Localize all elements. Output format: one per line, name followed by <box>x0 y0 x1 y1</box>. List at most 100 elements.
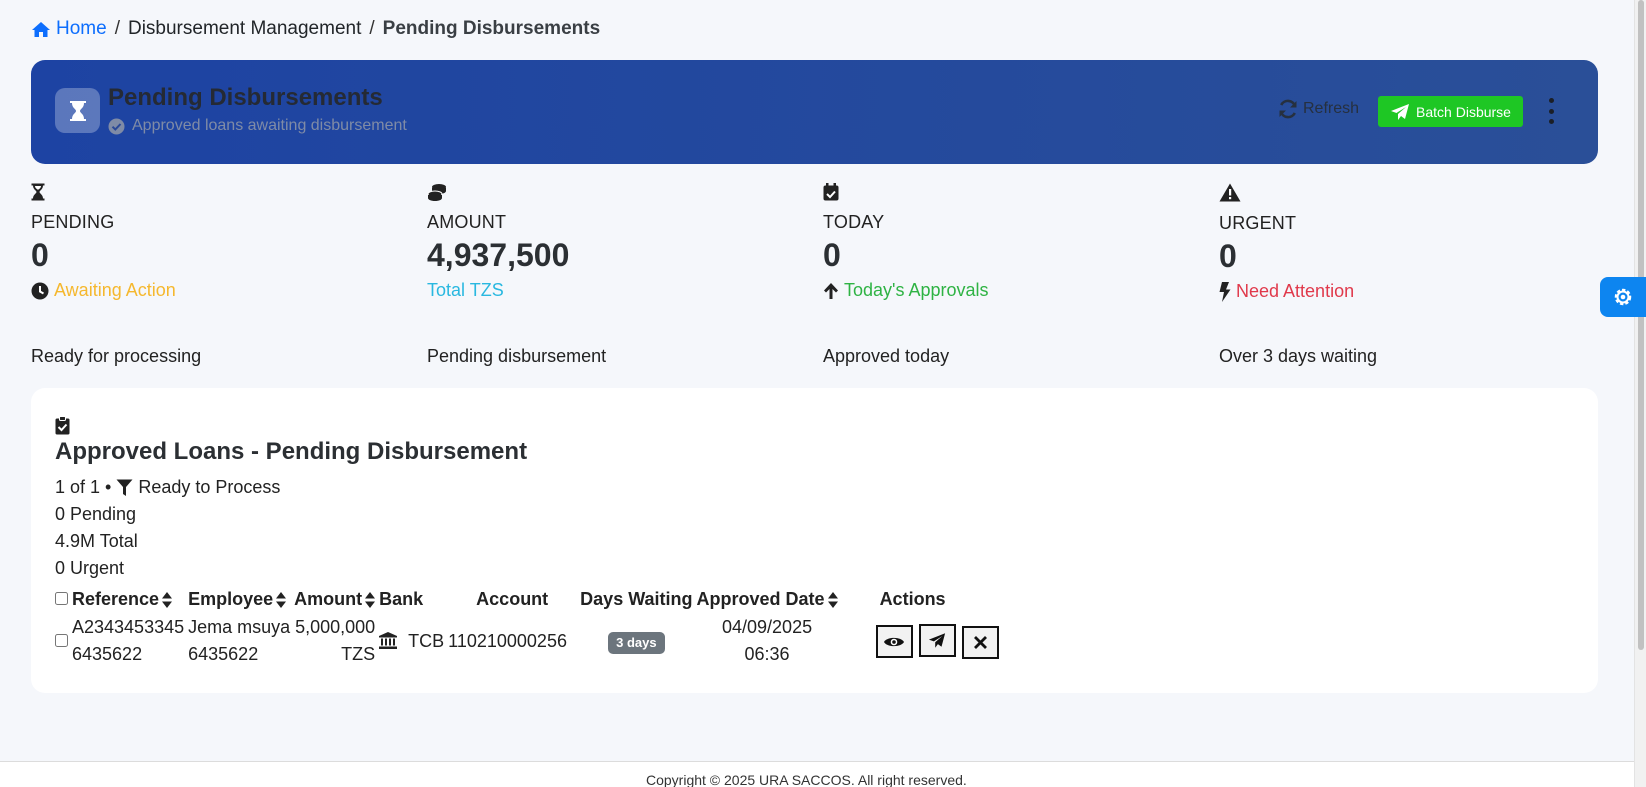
breadcrumb-home-link[interactable]: Home <box>31 18 107 40</box>
amount-currency: TZS <box>341 644 376 664</box>
paper-plane-icon <box>928 632 946 648</box>
scrollbar-thumb[interactable] <box>1638 0 1644 650</box>
home-icon <box>32 21 50 37</box>
stat-note: Awaiting Action <box>31 280 391 301</box>
clipboard-check-icon <box>55 416 70 435</box>
page-title: Pending Disbursements <box>108 84 383 111</box>
table-row: A2343453345 6435622 Jema msuya 6435622 5,0… <box>53 612 1002 670</box>
stat-label: AMOUNT <box>427 212 507 232</box>
row-checkbox[interactable] <box>55 633 68 647</box>
reference-sub: 6435622 <box>72 644 143 664</box>
hourglass-icon <box>69 100 86 121</box>
warning-icon <box>1219 183 1241 202</box>
approved-date: 04/09/2025 <box>722 617 813 637</box>
amount-value: 5,000,000 <box>295 617 376 637</box>
stat-label: TODAY <box>823 212 885 232</box>
gear-icon <box>1614 288 1632 306</box>
batch-disburse-button[interactable]: Batch Disburse <box>1378 96 1523 127</box>
bank-icon <box>379 631 398 649</box>
select-all-header <box>53 586 70 612</box>
refresh-button[interactable]: Refresh <box>1277 98 1359 120</box>
column-employee[interactable]: Employee <box>186 586 292 612</box>
stat-today: TODAY 0 Today's Approvals Approved today <box>823 183 1183 366</box>
stat-value: 0 <box>1219 238 1237 274</box>
stat-note: Total TZS <box>427 280 787 301</box>
stat-value: 4,937,500 <box>427 237 570 273</box>
breadcrumb-section[interactable]: Disbursement Management <box>128 18 361 40</box>
employee-id: 6435622 <box>188 644 259 664</box>
column-actions: Actions <box>840 586 1002 612</box>
actions-cell <box>840 612 1002 670</box>
page-footer: Copyright © 2025 URA SACCOS. All right r… <box>0 761 1634 787</box>
table-header-row: Reference Employee Amount Bank Account D… <box>53 586 1002 612</box>
arrow-up-icon <box>824 282 838 299</box>
sort-icon <box>827 591 838 608</box>
stat-note: Today's Approvals <box>823 280 1183 301</box>
coins-icon <box>427 184 446 201</box>
stat-description: Ready for processing <box>31 346 202 366</box>
stat-description: Approved today <box>823 346 950 366</box>
stat-label: PENDING <box>31 212 115 232</box>
filter-label: Ready to Process <box>138 477 281 497</box>
filter-icon <box>116 479 133 496</box>
clock-icon <box>31 282 49 299</box>
column-label: Employee <box>188 588 274 609</box>
subtitle-text: Approved loans awaiting disbursement <box>132 117 407 134</box>
days-waiting-badge: 3 days <box>608 631 665 654</box>
reject-button[interactable] <box>961 625 999 659</box>
column-reference[interactable]: Reference <box>70 586 186 612</box>
bolt-icon <box>1219 281 1231 302</box>
sort-icon <box>365 591 376 608</box>
stat-amount: AMOUNT 4,937,500 Total TZS Pending disbu… <box>427 183 787 366</box>
batch-disburse-label: Batch Disburse <box>1416 103 1511 120</box>
column-approved-date[interactable]: Approved Date <box>695 586 840 612</box>
pending-loans-table: Reference Employee Amount Bank Account D… <box>53 586 1002 670</box>
stat-note-text: Awaiting Action <box>54 280 176 300</box>
bank-name: TCB <box>408 630 445 651</box>
stat-value: 0 <box>31 237 49 273</box>
page-scrollbar[interactable] <box>1634 0 1646 787</box>
sort-icon <box>162 591 173 608</box>
page-header-banner: Pending Disbursements Approved loans awa… <box>31 60 1598 164</box>
stat-label: URGENT <box>1219 213 1297 233</box>
paper-plane-icon <box>1391 103 1410 120</box>
disburse-button[interactable] <box>918 623 956 657</box>
account-number: 110210000256 <box>448 630 567 651</box>
column-label: Approved Date <box>696 588 825 609</box>
column-account: Account <box>446 586 578 612</box>
reference-cell: A2343453345 6435622 <box>70 612 186 670</box>
breadcrumb-home-label: Home <box>56 18 107 39</box>
breadcrumb-current: Pending Disbursements <box>382 18 601 39</box>
column-bank: Bank <box>377 586 446 612</box>
bank-cell: TCB <box>377 612 446 670</box>
amount-cell: 5,000,000 TZS <box>292 612 377 670</box>
row-select-cell <box>53 612 70 670</box>
select-all-checkbox[interactable] <box>55 591 68 605</box>
breadcrumb: Home / Disbursement Management / Pending… <box>31 18 600 40</box>
header-icon-box <box>55 88 100 133</box>
eye-icon <box>884 637 905 646</box>
employee-name: Jema msuya <box>188 617 291 637</box>
stat-urgent: URGENT 0 Need Attention Over 3 days wait… <box>1219 183 1579 366</box>
pending-count: 0 Pending <box>55 504 137 524</box>
stat-note-text: Total TZS <box>427 280 504 300</box>
sort-icon <box>276 591 287 608</box>
view-button[interactable] <box>875 625 913 658</box>
settings-tab-button[interactable] <box>1600 277 1646 317</box>
stat-description: Pending disbursement <box>427 346 607 366</box>
stat-note-text: Today's Approvals <box>844 280 989 300</box>
copyright-text: Copyright © 2025 URA SACCOS. All right r… <box>646 772 967 787</box>
refresh-label: Refresh <box>1303 100 1360 117</box>
breadcrumb-separator: / <box>114 18 120 39</box>
column-label: Bank <box>379 588 424 609</box>
hourglass-icon <box>31 183 45 201</box>
column-amount[interactable]: Amount <box>292 586 377 612</box>
more-options-button[interactable] <box>1546 98 1556 124</box>
days-waiting-cell: 3 days <box>578 612 694 670</box>
card-title: Approved Loans - Pending Disbursement <box>55 438 528 465</box>
account-cell: 110210000256 <box>446 612 578 670</box>
column-label: Reference <box>72 588 160 609</box>
column-label: Account <box>476 588 549 609</box>
stat-description: Over 3 days waiting <box>1219 346 1378 366</box>
stat-pending: PENDING 0 Awaiting Action Ready for proc… <box>31 183 391 366</box>
